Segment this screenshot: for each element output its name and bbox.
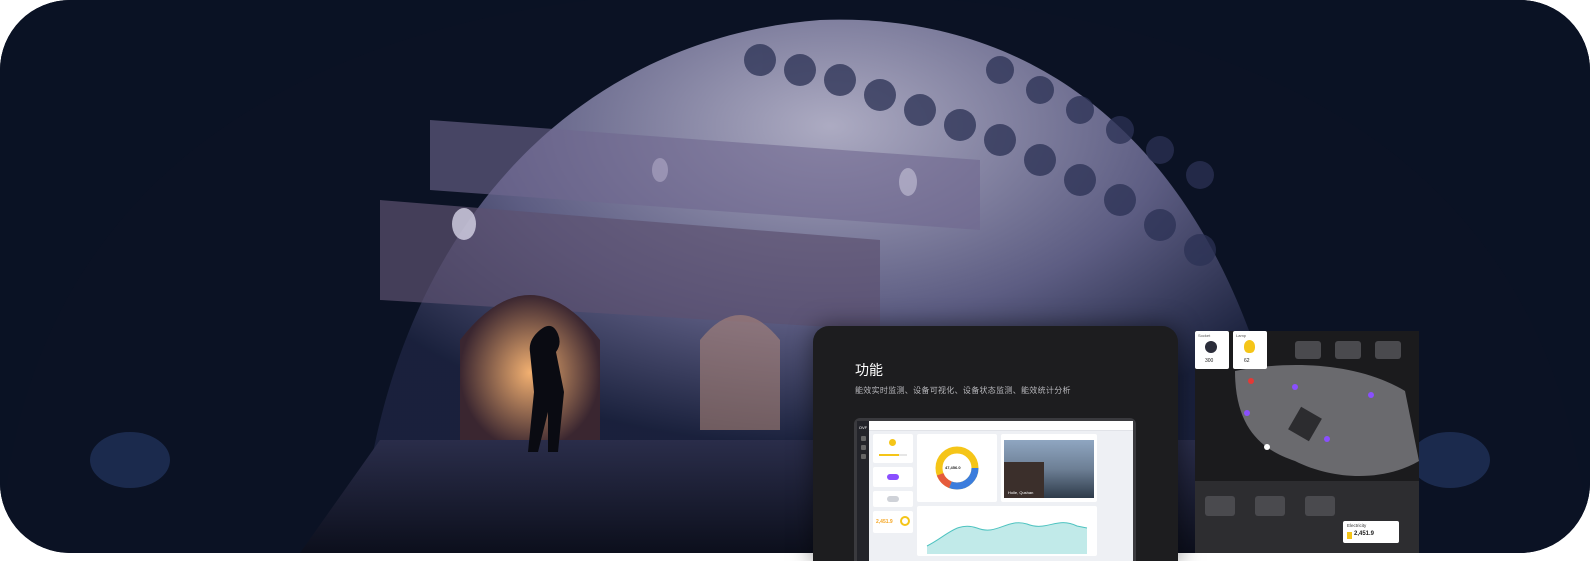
energy-value: 2,451.9 — [876, 519, 893, 525]
photo-card: Holle, Qushan — [1001, 434, 1097, 502]
feature-title: 功能 — [855, 362, 883, 378]
socket-card-label: Socket — [1198, 333, 1211, 338]
electricity-label: Electricity — [1347, 523, 1367, 528]
bulb-progress — [879, 454, 907, 456]
status-dot-red — [1248, 378, 1254, 384]
dashboard-sidebar: OVF — [857, 421, 869, 561]
lamp-card-label: Lamp — [1236, 333, 1247, 338]
socket-card[interactable]: Socket 300 — [1195, 331, 1229, 369]
dashboard-topbar — [869, 421, 1133, 431]
lamp-card-value: 62 — [1244, 358, 1250, 364]
laptop-frame: OVF 2,451.9 47,456.0 Holle, Qushan — [854, 418, 1136, 561]
feature-card: 功能 能效实时监测、设备可视化、设备状态监测、能效统计分析 OVF 2,451.… — [813, 326, 1178, 561]
sidebar-item[interactable] — [860, 436, 866, 441]
energy-card: 2,451.9 — [873, 511, 913, 533]
donut-card: 47,456.0 — [917, 434, 997, 502]
socket-card-value: 300 — [1205, 358, 1214, 364]
bolt-icon — [1347, 532, 1352, 539]
area-chart — [926, 522, 1088, 554]
dashboard-screen: OVF 2,451.9 47,456.0 Holle, Qushan — [857, 421, 1133, 561]
sidebar-item[interactable] — [860, 445, 866, 450]
donut-value: 47,456.0 — [945, 465, 961, 470]
page: 功能 能效实时监测、设备可视化、设备状态监测、能效统计分析 OVF 2,451.… — [0, 0, 1590, 561]
dashboard-logo: OVF — [858, 425, 868, 430]
lamp-icon — [1244, 340, 1255, 353]
line-chart-card — [917, 506, 1097, 556]
socket-icon — [1205, 341, 1217, 353]
feature-description: 能效实时监测、设备可视化、设备状态监测、能效统计分析 — [855, 386, 1071, 395]
landscape-photo: Holle, Qushan — [1004, 440, 1094, 498]
toggle-card[interactable] — [873, 467, 913, 487]
toggle-switch[interactable] — [887, 474, 899, 480]
lamp-card[interactable]: Lamp 62 — [1233, 331, 1267, 369]
sidebar-item[interactable] — [860, 454, 866, 459]
toggle-card-2[interactable] — [873, 491, 913, 507]
toggle-switch-off[interactable] — [887, 496, 899, 502]
energy-ring — [900, 516, 910, 526]
bulb-card[interactable] — [873, 434, 913, 463]
bulb-icon — [889, 439, 896, 446]
electricity-value: 2,451.9 — [1354, 531, 1375, 537]
photo-caption: Holle, Qushan — [1008, 490, 1034, 495]
floor-plan-map[interactable]: Socket 300 Lamp 62 Electricity 2,451.9 — [1195, 331, 1419, 553]
electricity-card: Electricity 2,451.9 — [1343, 521, 1399, 543]
